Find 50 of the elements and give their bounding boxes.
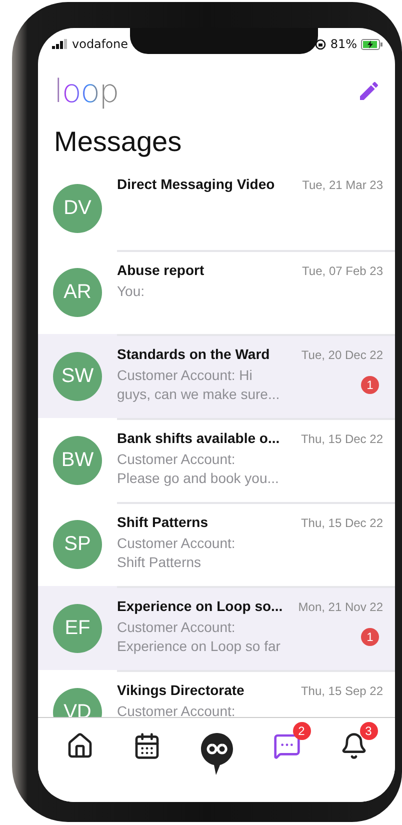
conversation-row[interactable]: EF Experience on Loop so... Mon, 21 Nov 22 Customer Account: Experience on Loop so far 1 <box>38 586 395 670</box>
infinity-bubble-icon <box>200 732 234 776</box>
message-preview: guys, can we make sure... <box>117 385 280 404</box>
message-preview: Shift Patterns <box>117 553 202 572</box>
avatar: SP <box>53 520 102 568</box>
conversation-title: Shift Patterns <box>117 514 208 530</box>
conversation-row[interactable]: SW Standards on the Ward Tue, 20 Dec 22 Customer Account: Hi guys, can we make sure... 1 <box>38 334 395 418</box>
unread-badge: 1 <box>361 628 379 646</box>
conversation-title: Abuse report <box>117 262 204 278</box>
message-preview: Customer Account: <box>117 534 236 553</box>
conversation-date: Tue, 07 Feb 23 <box>302 264 383 278</box>
conversation-date: Tue, 20 Dec 22 <box>301 348 383 362</box>
avatar: DV <box>53 184 102 232</box>
message-preview: Customer Account: <box>117 450 236 469</box>
avatar: EF <box>53 604 102 652</box>
message-preview: You: <box>117 282 145 301</box>
edit-icon[interactable] <box>357 79 381 103</box>
conversation-title: Standards on the Ward <box>117 346 270 362</box>
message-preview: Customer Account: Hi <box>117 366 254 385</box>
carrier-name: vodafone <box>72 37 128 51</box>
conversation-date: Thu, 15 Dec 22 <box>300 516 383 530</box>
notification-badge: 3 <box>360 722 378 740</box>
avatar: AR <box>53 268 102 316</box>
conversation-title: Vikings Directorate <box>117 682 244 698</box>
conversation-date: Thu, 15 Dec 22 <box>300 432 383 446</box>
message-preview: Experience on Loop so far <box>117 637 280 656</box>
conversation-date: Tue, 21 Mar 23 <box>302 178 383 192</box>
avatar: SW <box>53 352 102 400</box>
conversation-date: Mon, 21 Nov 22 <box>298 600 383 614</box>
battery-charging-icon <box>361 38 383 50</box>
battery-percentage: 81% <box>330 37 357 51</box>
tab-button[interactable]: 2 <box>262 722 310 760</box>
message-preview: Customer Account: <box>117 618 236 637</box>
message-preview: Please go and book you... <box>117 469 279 488</box>
page-title: Messages <box>54 126 183 158</box>
unread-badge: 1 <box>361 376 379 394</box>
signal-icon <box>52 39 68 49</box>
avatar: BW <box>53 436 102 484</box>
home-icon <box>66 732 94 760</box>
conversation-title: Direct Messaging Video <box>117 176 275 192</box>
conversation-date: Thu, 15 Sep 22 <box>300 684 383 698</box>
tab-button[interactable]: 3 <box>330 722 378 760</box>
message-preview: Customer Account: <box>117 702 236 717</box>
calendar-icon <box>132 732 160 760</box>
chat-icon <box>272 732 300 760</box>
notification-badge: 2 <box>292 722 310 740</box>
conversation-title: Experience on Loop so... <box>117 598 283 614</box>
rotation-lock-icon <box>315 38 326 50</box>
bell-icon <box>340 732 368 760</box>
conversation-title: Bank shifts available o... <box>117 430 280 446</box>
